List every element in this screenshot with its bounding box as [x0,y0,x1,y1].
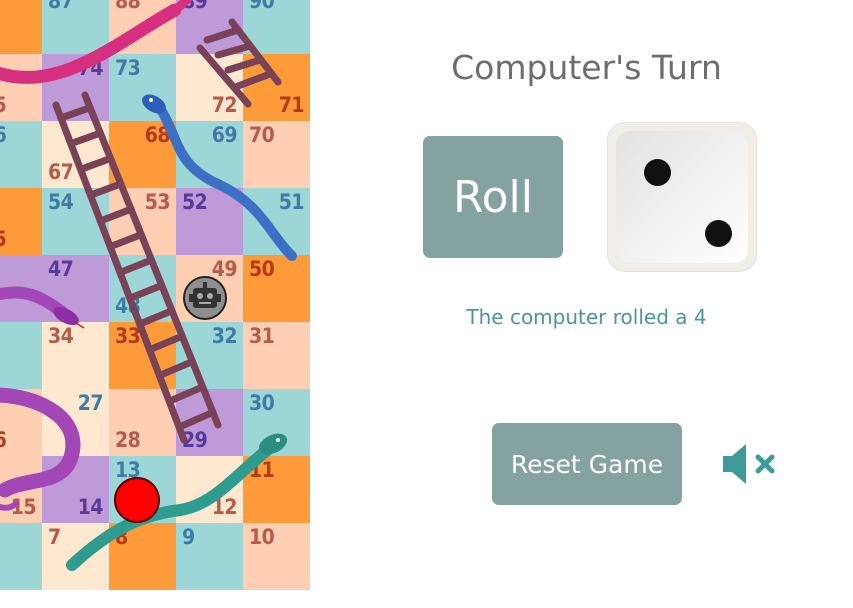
snake-purple-lower [0,387,81,511]
ladder-long [52,91,222,444]
ladder-rung [67,129,104,148]
ladder-rung [86,180,125,199]
ladder-rung [155,358,196,380]
ladder-rung [57,104,94,122]
ladder-rung [77,154,115,173]
reset-game-button[interactable]: Reset Game [492,423,682,505]
ladder-rung [96,205,135,225]
snake-pink [0,0,193,84]
ladder-rung [165,383,207,405]
ladder-rung [106,231,145,251]
ladder-rung [126,281,166,302]
control-panel: Computer's Turn Roll The computer rolled… [310,0,853,608]
ladder-top-right [196,18,282,108]
turn-title: Computer's Turn [451,48,722,87]
ladder-rung [146,332,186,354]
snake-blue [142,94,297,261]
player-token [114,477,160,523]
roll-status: The computer rolled a 4 [466,305,707,329]
dice-pip [644,159,671,186]
ladder-rung [136,307,176,328]
ladder-rung [175,408,217,431]
snake-purple-upper [0,286,85,329]
speaker-muted-icon [723,444,775,484]
mute-toggle-button[interactable] [720,442,780,486]
dice-face [616,131,748,263]
board-overlay [0,0,297,571]
game-board: 8788899075747372716667686970555453525147… [0,0,310,605]
dice-pip [705,220,732,247]
roll-button[interactable]: Roll [423,136,563,258]
dice [607,122,757,272]
ladder-rung [116,256,155,276]
snake-teal [66,433,288,571]
computer-token [183,276,227,320]
